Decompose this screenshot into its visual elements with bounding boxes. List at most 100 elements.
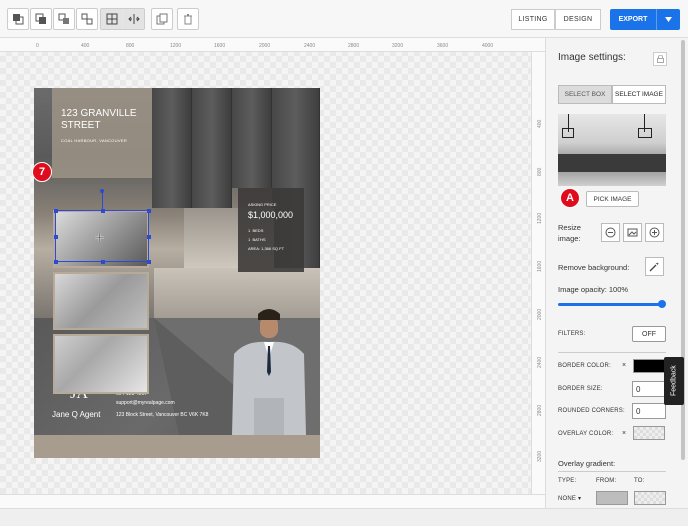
ruler-tick: 2800 — [348, 43, 360, 49]
ungroup-button[interactable] — [76, 8, 98, 30]
duplicate-button[interactable] — [151, 8, 173, 30]
ruler-tick: 3600 — [437, 43, 449, 49]
divider — [558, 471, 666, 472]
address-line2: STREET — [61, 120, 101, 131]
opacity-slider-knob[interactable] — [658, 300, 666, 308]
select-image-button[interactable]: SELECT IMAGE — [612, 85, 666, 104]
resize-handle[interactable] — [147, 209, 151, 213]
baths-label: BATHS — [252, 237, 266, 242]
image-preview — [558, 114, 666, 186]
trash-icon — [184, 14, 192, 25]
resize-handle[interactable] — [147, 235, 151, 239]
selection-box[interactable] — [54, 189, 151, 264]
ruler-tick: 800 — [537, 167, 543, 176]
resize-label-2: image: — [558, 234, 581, 243]
agent-photo[interactable] — [224, 302, 314, 435]
ruler-tick: 2000 — [537, 308, 543, 320]
resize-handle[interactable] — [101, 209, 105, 213]
minus-circle-icon — [605, 227, 616, 238]
address-line1: 123 GRANVILLE — [61, 108, 137, 119]
step-badge-panel: A — [560, 188, 580, 208]
status-bar — [0, 508, 688, 526]
rounded-corners-input[interactable]: 0 — [632, 403, 666, 419]
align-button[interactable] — [123, 9, 144, 29]
group-button[interactable] — [53, 8, 75, 30]
export-button[interactable]: EXPORT — [610, 9, 680, 30]
align-icon — [127, 14, 140, 24]
overlay-color-label: OVERLAY COLOR: — [558, 431, 614, 437]
border-color-swatch[interactable] — [633, 359, 665, 373]
type-select[interactable]: NONE ▾ — [558, 495, 581, 502]
ruler-tick: 4000 — [482, 43, 494, 49]
ruler-tick: 1600 — [537, 260, 543, 272]
price-panel: ASKING PRICE $1,000,000 1 BEDS 1 BATHS A… — [238, 188, 304, 272]
opacity-track[interactable] — [558, 303, 664, 306]
ruler-tick: 800 — [126, 43, 135, 49]
step-badge-canvas: 7 — [32, 162, 52, 182]
side-ruler: 400 800 1200 1600 2000 2400 2800 3200 — [531, 52, 545, 494]
send-backward-icon — [35, 13, 46, 24]
beds-row: 1 BEDS — [248, 228, 263, 233]
send-backward-button[interactable] — [30, 8, 52, 30]
resize-handle[interactable] — [54, 235, 58, 239]
border-size-label: BORDER SIZE: — [558, 386, 603, 392]
grow-button[interactable] — [645, 223, 664, 242]
rotate-handle[interactable] — [100, 189, 104, 193]
resize-handle[interactable] — [54, 260, 58, 264]
resize-handle[interactable] — [101, 260, 105, 264]
grid-button[interactable] — [101, 9, 122, 29]
ruler-tick: 3200 — [537, 450, 543, 462]
clear-border-color[interactable]: × — [622, 362, 626, 369]
ruler-tick: 0 — [36, 43, 39, 49]
design-canvas[interactable]: 0 400 800 1200 1600 2000 2400 2800 3200 … — [0, 38, 545, 508]
shrink-button[interactable] — [601, 223, 620, 242]
divider — [558, 352, 666, 353]
pick-image-button[interactable]: PICK IMAGE — [586, 191, 639, 207]
type-label: TYPE: — [558, 478, 577, 484]
plus-circle-icon — [649, 227, 660, 238]
agent-name: Jane Q Agent — [52, 410, 101, 419]
ruler-tick: 400 — [81, 43, 90, 49]
export-dropdown[interactable] — [657, 17, 680, 22]
resize-handle[interactable] — [54, 209, 58, 213]
feedback-tab[interactable]: Feedback — [664, 357, 684, 405]
border-size-input[interactable]: 0 — [632, 381, 666, 397]
duplicate-icon — [156, 13, 168, 25]
agent-email: support@myrealpage.com — [116, 400, 175, 406]
delete-button[interactable] — [177, 8, 199, 30]
ruler-tick: 400 — [537, 119, 543, 128]
listing-button[interactable]: LISTING — [511, 9, 555, 30]
thumbnail-2[interactable] — [53, 272, 149, 330]
ungroup-icon — [81, 13, 93, 25]
panel-title: Image settings: — [558, 52, 626, 63]
ruler-tick: 2400 — [537, 356, 543, 368]
location-text: COAL HARBOUR, VANCOUVER — [61, 138, 128, 143]
group-icon — [58, 13, 69, 24]
ruler-tick: 2400 — [304, 43, 316, 49]
fit-button[interactable] — [623, 223, 642, 242]
ruler-tick: 1200 — [170, 43, 182, 49]
filters-toggle[interactable]: OFF — [632, 326, 666, 342]
design-button[interactable]: DESIGN — [555, 9, 601, 30]
remove-background-button[interactable] — [645, 257, 664, 276]
flyer-page[interactable]: 123 GRANVILLE STREET COAL HARBOUR, VANCO… — [34, 88, 320, 458]
lock-button[interactable] — [653, 52, 667, 66]
price-text: $1,000,000 — [248, 210, 294, 220]
gradient-from-swatch[interactable] — [596, 491, 628, 505]
ruler-tick: 1600 — [214, 43, 226, 49]
clear-overlay-color[interactable]: × — [622, 430, 626, 437]
remove-bg-label: Remove background: — [558, 263, 630, 272]
move-cursor-icon — [95, 233, 104, 242]
thumbnail-3[interactable] — [53, 334, 149, 394]
address-panel: 123 GRANVILLE STREET COAL HARBOUR, VANCO… — [52, 88, 152, 178]
overlay-color-swatch[interactable] — [633, 426, 665, 440]
agent-address: 123 Block Street, Vancouver BC V6K 7K8 — [116, 412, 209, 418]
gradient-to-swatch[interactable] — [634, 491, 666, 505]
beds-count: 1 — [248, 228, 251, 233]
filters-label: FILTERS: — [558, 331, 586, 337]
asking-label: ASKING PRICE — [248, 202, 277, 207]
bring-forward-button[interactable] — [7, 8, 29, 30]
resize-handle[interactable] — [147, 260, 151, 264]
ruler-tick: 3200 — [392, 43, 404, 49]
select-box-button[interactable]: SELECT BOX — [558, 85, 612, 104]
